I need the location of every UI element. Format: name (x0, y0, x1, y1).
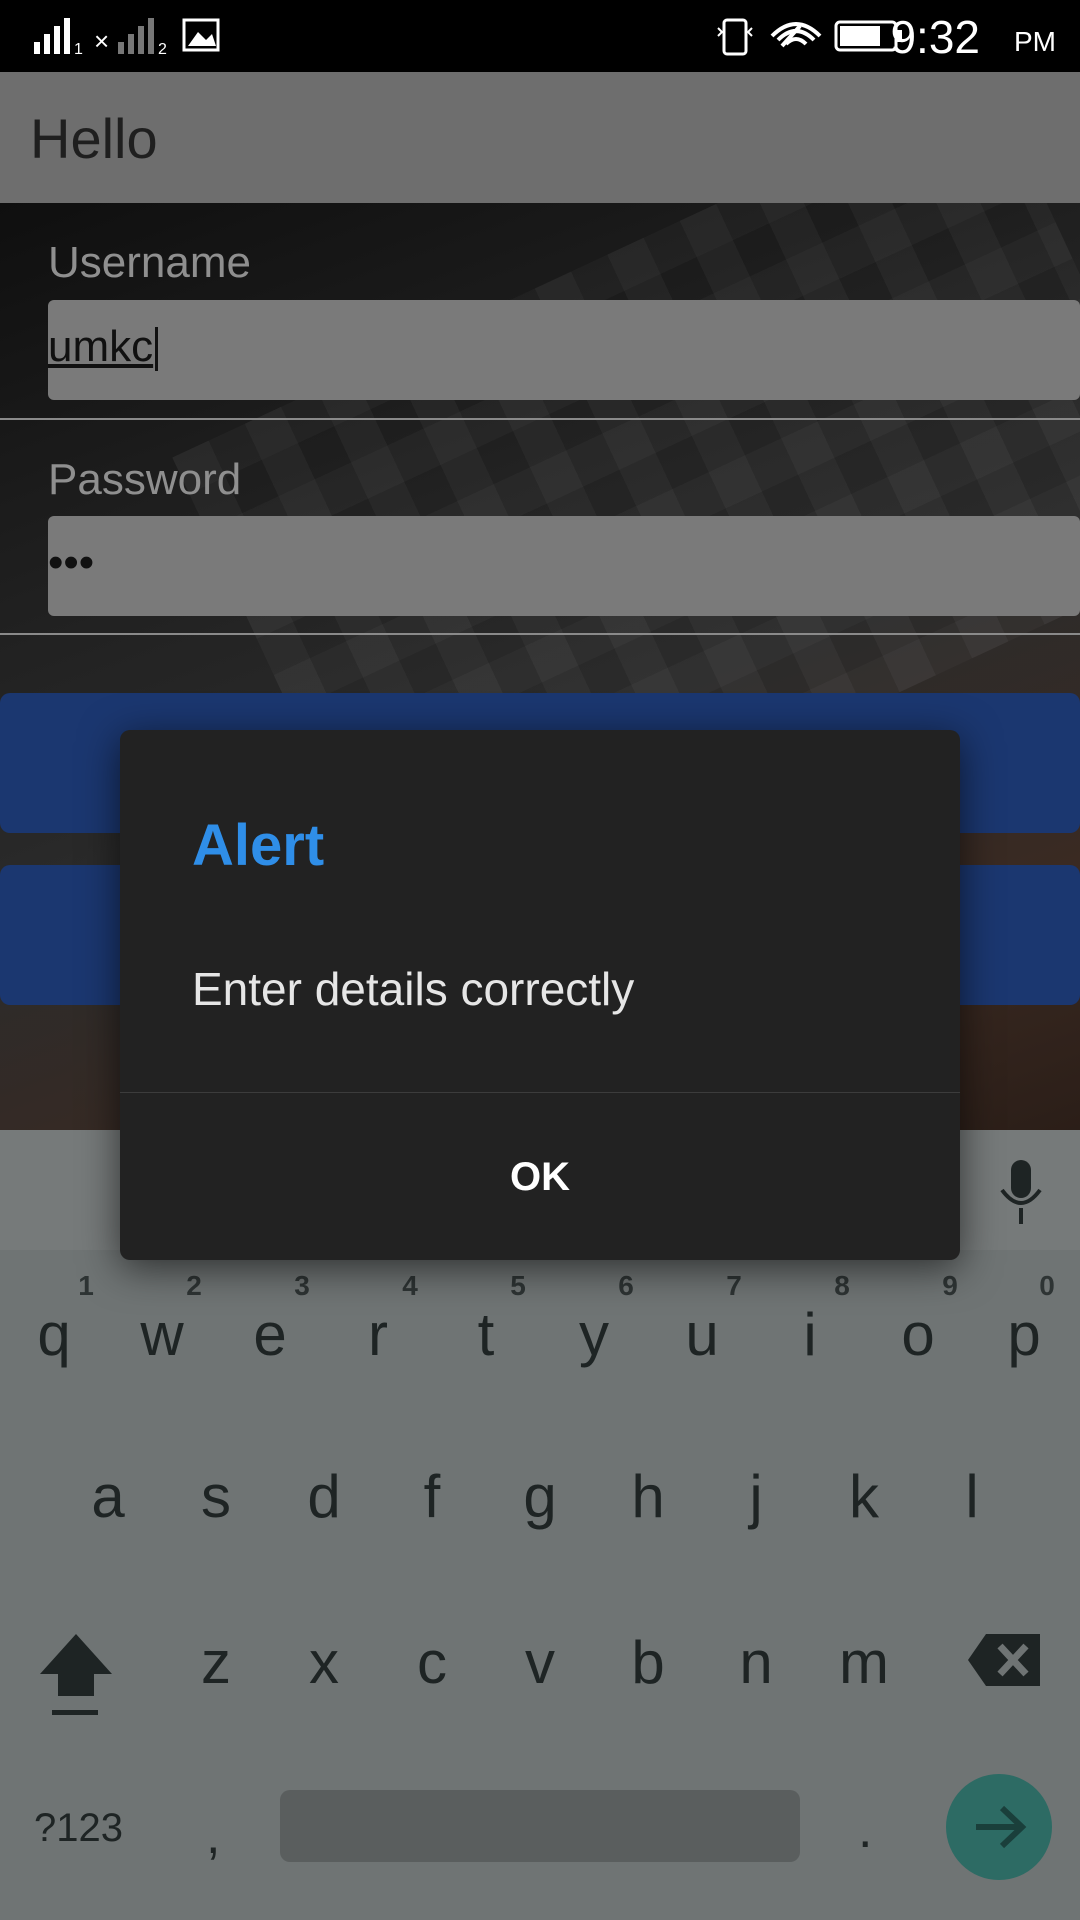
dialog-title: Alert (192, 813, 325, 878)
dialog-message: Enter details correctly (192, 963, 635, 1015)
status-icons (717, 18, 902, 56)
status-bar: 1 × 2 9:32 PM (0, 0, 1080, 72)
ok-button[interactable]: OK (120, 1092, 960, 1260)
clock-time: 9:32 (890, 11, 980, 63)
vibrate-icon (722, 18, 748, 56)
sim1-label: 1 (74, 41, 83, 58)
sim2-label: 2 (158, 41, 167, 58)
clock-ampm: PM (1014, 26, 1056, 57)
wifi-icon (770, 22, 822, 48)
alert-dialog: Alert Enter details correctly OK (120, 730, 960, 1260)
svg-text:×: × (94, 26, 109, 56)
signal-icon: 1 × 2 (34, 18, 220, 58)
